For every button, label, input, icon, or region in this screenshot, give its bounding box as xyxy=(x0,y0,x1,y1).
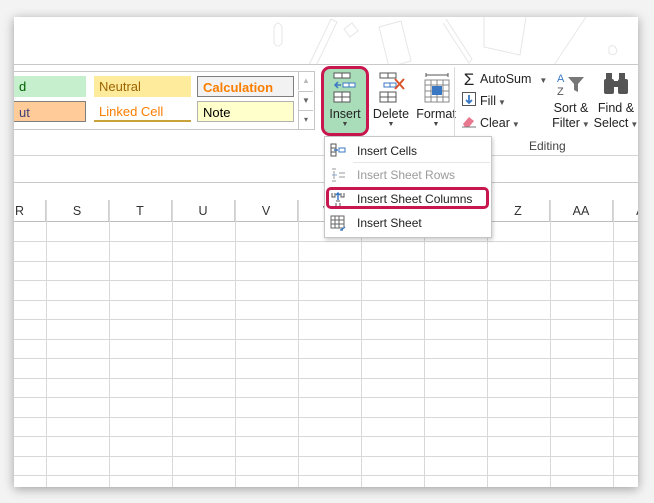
style-calculation[interactable]: Calculation xyxy=(197,76,294,97)
decorative-sketch-icon xyxy=(273,17,618,65)
clear-dropdown-icon: ▼ xyxy=(511,120,520,129)
find-select-line1: Find & xyxy=(597,101,635,115)
autosum-button[interactable]: Σ AutoSum ▼ xyxy=(461,69,548,89)
menu-item-insert-sheet-rows[interactable]: Insert Sheet Rows xyxy=(325,163,491,187)
column-header-r[interactable]: R xyxy=(14,200,46,222)
binoculars-icon xyxy=(604,73,628,94)
format-dropdown-caret-icon: ▼ xyxy=(432,121,440,128)
autosum-dropdown-icon[interactable]: ▼ xyxy=(539,76,547,85)
find-select-dropdown-icon: ▼ xyxy=(630,120,638,129)
row-gridline xyxy=(14,280,638,281)
column-gridline xyxy=(109,200,110,487)
find-select-line2: Select xyxy=(593,116,629,130)
cell-styles-gallery: d Neutral Calculation ut Linked Cell Not… xyxy=(14,71,315,130)
sort-filter-line2: Filter xyxy=(552,116,580,130)
style-input[interactable]: ut xyxy=(14,101,86,122)
insert-dropdown-menu: Insert Cells Insert Sheet Rows Insert Sh… xyxy=(324,136,492,238)
column-gridline xyxy=(424,200,425,487)
column-header-z[interactable]: Z xyxy=(487,200,550,222)
highlight-box xyxy=(326,187,489,209)
column-gridline xyxy=(550,200,551,487)
sigma-icon: Σ xyxy=(463,69,475,89)
row-gridline xyxy=(14,456,638,457)
fill-button[interactable]: Fill ▼ xyxy=(461,91,506,111)
format-label: Format xyxy=(416,107,456,121)
gallery-more-icon[interactable]: ▾ xyxy=(298,110,313,129)
spreadsheet-grid[interactable]: R S T U V W X Y Z AA AB xyxy=(14,200,638,487)
row-gridline xyxy=(14,319,638,320)
column-gridline xyxy=(172,200,173,487)
row-gridline xyxy=(14,261,638,262)
column-header-s[interactable]: S xyxy=(46,200,109,222)
insert-dropdown-caret-icon: ▼ xyxy=(341,121,349,128)
gallery-scroll-down-icon[interactable]: ▼ xyxy=(298,91,313,110)
column-gridline xyxy=(613,200,614,487)
insert-sheet-icon xyxy=(330,215,346,231)
ribbon-top-divider xyxy=(14,64,638,65)
style-neutral[interactable]: Neutral xyxy=(94,76,191,97)
column-gridline xyxy=(46,200,47,487)
column-header-aa[interactable]: AA xyxy=(550,200,613,222)
row-gridline xyxy=(14,378,638,379)
row-gridline xyxy=(14,436,638,437)
fill-down-icon xyxy=(461,91,477,112)
clear-label: Clear xyxy=(480,116,510,130)
insert-button[interactable]: Insert ▼ xyxy=(324,69,366,133)
row-gridline xyxy=(14,475,638,476)
insert-cells-icon xyxy=(333,72,356,103)
column-header-ab[interactable]: AB xyxy=(613,200,638,222)
menu-item-insert-cells[interactable]: Insert Cells xyxy=(325,139,491,163)
sort-filter-button[interactable]: A Z Sort & Filter ▼ xyxy=(549,71,593,132)
eraser-icon xyxy=(461,114,477,134)
delete-cells-icon xyxy=(379,72,405,103)
column-gridline xyxy=(487,200,488,487)
excel-window: d Neutral Calculation ut Linked Cell Not… xyxy=(14,17,638,487)
column-header-t[interactable]: T xyxy=(109,200,172,222)
sort-filter-icon: A Z xyxy=(557,73,584,98)
row-gridline xyxy=(14,397,638,398)
fill-dropdown-icon: ▼ xyxy=(497,98,506,107)
column-gridline xyxy=(298,200,299,487)
row-gridline xyxy=(14,358,638,359)
row-gridline xyxy=(14,417,638,418)
column-header-u[interactable]: U xyxy=(172,200,235,222)
format-button[interactable]: Format ▼ xyxy=(414,69,458,133)
row-gridline xyxy=(14,300,638,301)
delete-label: Delete xyxy=(372,107,410,121)
sort-filter-line1: Sort & xyxy=(553,101,589,115)
menu-label: Insert Sheet Rows xyxy=(357,168,456,182)
style-note[interactable]: Note xyxy=(197,101,294,122)
gallery-scroll-up-icon[interactable]: ▲ xyxy=(298,72,313,90)
delete-button[interactable]: Delete ▼ xyxy=(370,69,412,133)
menu-label: Insert Cells xyxy=(357,144,418,158)
style-linked-cell[interactable]: Linked Cell xyxy=(94,101,191,122)
format-cells-icon xyxy=(424,73,450,103)
insert-cells-icon xyxy=(330,143,346,157)
menu-label: Insert Sheet xyxy=(357,216,422,230)
svg-text:Z: Z xyxy=(557,86,564,97)
svg-text:A: A xyxy=(557,73,565,85)
insert-label: Insert xyxy=(329,107,361,121)
menu-item-insert-sheet[interactable]: Insert Sheet xyxy=(325,211,491,235)
column-gridline xyxy=(235,200,236,487)
find-select-button[interactable]: Find & Select ▼ xyxy=(593,71,638,132)
style-good[interactable]: d xyxy=(14,76,86,97)
column-header-v[interactable]: V xyxy=(235,200,298,222)
clear-button[interactable]: Clear ▼ xyxy=(461,113,520,133)
delete-dropdown-caret-icon: ▼ xyxy=(387,121,395,128)
row-gridline xyxy=(14,241,638,242)
column-gridline xyxy=(361,200,362,487)
row-gridline xyxy=(14,339,638,340)
editing-group-label: Editing xyxy=(529,139,566,153)
sort-filter-dropdown-icon: ▼ xyxy=(581,120,590,129)
insert-rows-icon xyxy=(332,168,345,182)
autosum-label: AutoSum xyxy=(480,72,532,86)
fill-label: Fill xyxy=(480,94,496,108)
